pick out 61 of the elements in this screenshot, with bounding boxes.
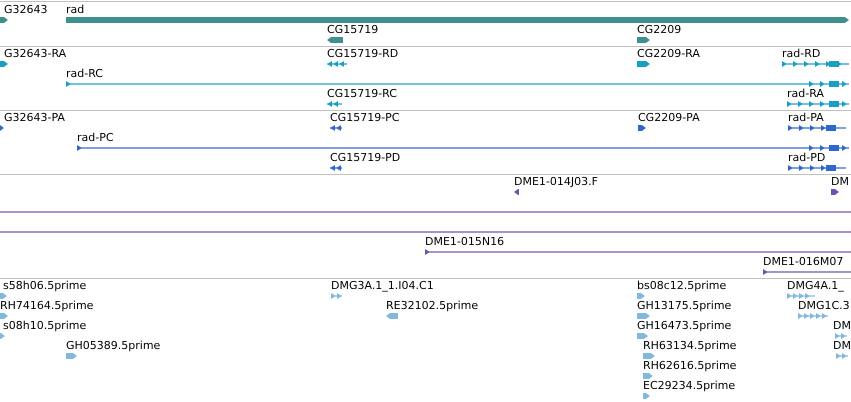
feature-label: CG2209 bbox=[637, 24, 682, 36]
feature-glyph[interactable] bbox=[327, 61, 347, 67]
feature-glyph[interactable] bbox=[330, 125, 342, 131]
feature-label: RH63134.5prime bbox=[643, 340, 736, 352]
feature-glyph[interactable] bbox=[788, 125, 846, 131]
feature-glyph[interactable] bbox=[0, 61, 8, 67]
feature-label: CG15719 bbox=[327, 24, 378, 36]
feature-glyph[interactable] bbox=[327, 101, 342, 107]
feature-glyph[interactable] bbox=[330, 165, 342, 171]
feature-glyph[interactable] bbox=[638, 125, 646, 131]
feature-label: bs08c12.5prime bbox=[637, 280, 726, 292]
feature-label: RE32102.5prime bbox=[386, 300, 478, 312]
feature-label: DM bbox=[831, 176, 849, 188]
feature-glyph[interactable] bbox=[637, 37, 650, 43]
feature-label: CG2209-PA bbox=[638, 112, 700, 124]
feature-label: rad-RC bbox=[66, 68, 103, 80]
feature-label: DM bbox=[833, 340, 851, 352]
feature-glyph[interactable] bbox=[0, 209, 851, 215]
feature-glyph[interactable] bbox=[0, 229, 851, 235]
feature-label: EC29234.5prime bbox=[643, 380, 736, 392]
feature-label: DM bbox=[833, 320, 851, 332]
feature-label: GH16473.5prime bbox=[637, 320, 732, 332]
feature-label: GH05389.5prime bbox=[66, 340, 160, 352]
feature-label: CG2209-RA bbox=[637, 48, 700, 60]
feature-glyph[interactable] bbox=[0, 125, 4, 131]
feature-glyph[interactable] bbox=[787, 101, 849, 107]
feature-glyph[interactable] bbox=[425, 249, 851, 255]
feature-label: DME1-015N16 bbox=[425, 236, 504, 248]
feature-label: G32643-RA bbox=[4, 48, 66, 60]
feature-glyph[interactable] bbox=[637, 61, 650, 67]
feature-glyph[interactable] bbox=[327, 37, 343, 43]
feature-label: CG15719-RD bbox=[327, 48, 398, 60]
feature-glyph[interactable] bbox=[77, 145, 849, 151]
feature-label: DMG4A.1_ bbox=[787, 280, 844, 292]
feature-label: DMG3A.1_1.I04.C1 bbox=[331, 280, 434, 292]
feature-glyph[interactable] bbox=[831, 189, 839, 195]
feature-label: G32643 bbox=[4, 4, 48, 16]
feature-glyph[interactable] bbox=[514, 189, 519, 195]
feature-label: DME1-014J03.F bbox=[514, 176, 598, 188]
feature-label: RH74164.5prime bbox=[0, 300, 94, 312]
feature-glyph[interactable] bbox=[66, 81, 849, 87]
feature-glyph[interactable] bbox=[782, 61, 849, 67]
feature-label: G32643-PA bbox=[4, 112, 65, 124]
feature-label: rad-RA bbox=[787, 88, 824, 100]
feature-label: CG15719-RC bbox=[327, 88, 397, 100]
feature-label: rad-PD bbox=[788, 152, 826, 164]
feature-label: RH62616.5prime bbox=[643, 360, 736, 372]
feature-label: rad-RD bbox=[782, 48, 820, 60]
feature-label: s58h06.5prime bbox=[3, 280, 86, 292]
feature-glyph[interactable] bbox=[763, 269, 851, 275]
feature-label: s08h10.5prime bbox=[3, 320, 86, 332]
feature-label: DME1-016M07 bbox=[763, 256, 844, 268]
feature-label: CG15719-PD bbox=[330, 152, 400, 164]
feature-label: rad-PA bbox=[788, 112, 824, 124]
feature-label: GH13175.5prime bbox=[637, 300, 732, 312]
feature-glyph[interactable] bbox=[0, 17, 8, 23]
feature-label: rad-PC bbox=[77, 132, 114, 144]
feature-label: rad bbox=[66, 4, 84, 16]
feature-label: CG15719-PC bbox=[330, 112, 400, 124]
feature-label: DMG1C.3 bbox=[798, 300, 850, 312]
feature-glyph[interactable] bbox=[788, 165, 846, 171]
